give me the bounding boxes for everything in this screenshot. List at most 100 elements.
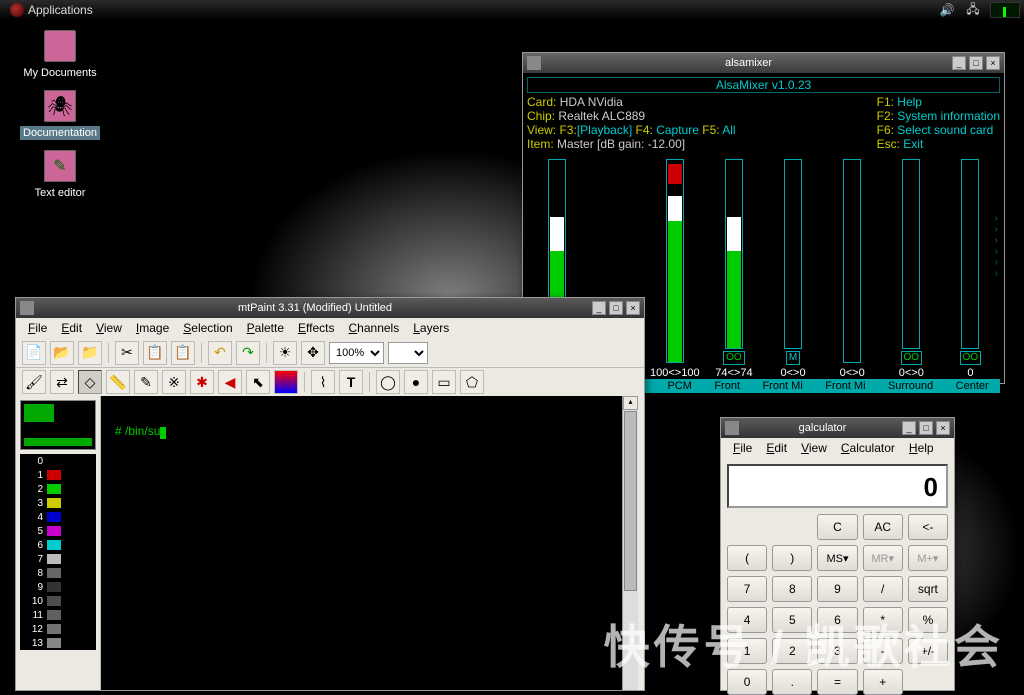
key-MR[interactable]: MR▾ [863,545,903,571]
menu-palette[interactable]: Palette [241,319,290,337]
vertical-scrollbar[interactable]: ▴ [622,396,638,690]
key-[interactable]: . [772,669,812,695]
palette-row-3[interactable]: 3 [20,496,96,510]
palette-row-1[interactable]: 1 [20,468,96,482]
menu-file[interactable]: File [22,319,53,337]
filled-ellipse-tool[interactable]: ● [404,370,428,394]
palette-row-8[interactable]: 8 [20,566,96,580]
canvas-area[interactable]: # /bin/su [101,396,622,690]
palette-row-12[interactable]: 12 [20,622,96,636]
minimize-button[interactable]: _ [592,301,606,315]
key-2[interactable]: 2 [772,638,812,664]
pointer-tool[interactable]: ◀ [218,370,242,394]
palette-row-5[interactable]: 5 [20,524,96,538]
palette-row-9[interactable]: 9 [20,580,96,594]
menu-layers[interactable]: Layers [407,319,455,337]
key-[interactable]: * [863,607,903,633]
new-file-button[interactable]: 📄 [22,341,46,365]
zoom-select[interactable]: 100% [329,342,384,364]
palette-row-10[interactable]: 10 [20,594,96,608]
close-button[interactable]: × [936,421,950,435]
key-[interactable]: +/- [908,638,948,664]
paste-button[interactable]: 📋 [171,341,195,365]
key-C[interactable]: C [817,514,857,540]
polygon-tool[interactable]: ⬠ [460,370,484,394]
key-sqrt[interactable]: sqrt [908,576,948,602]
key-[interactable]: <- [908,514,948,540]
menu-view[interactable]: View [90,319,128,337]
key-0[interactable]: 0 [727,669,767,695]
rect-tool[interactable]: ▭ [432,370,456,394]
open-file-button[interactable]: 📂 [50,341,74,365]
menu-calculator[interactable]: Calculator [835,439,901,457]
palette-row-11[interactable]: 11 [20,608,96,622]
menu-file[interactable]: File [727,439,758,457]
menu-view[interactable]: View [795,439,833,457]
close-button[interactable]: × [626,301,640,315]
key-AC[interactable]: AC [863,514,903,540]
menu-edit[interactable]: Edit [760,439,793,457]
brightness-button[interactable]: ☀ [273,341,297,365]
menu-channels[interactable]: Channels [343,319,406,337]
save-file-button[interactable]: 📁 [78,341,102,365]
palette-row-13[interactable]: 13 [20,636,96,650]
key-[interactable]: = [817,669,857,695]
palette-row-7[interactable]: 7 [20,552,96,566]
menu-edit[interactable]: Edit [55,319,88,337]
key-MS[interactable]: MS▾ [817,545,857,571]
maximize-button[interactable]: □ [969,56,983,70]
mtpaint-titlebar[interactable]: mtPaint 3.31 (Modified) Untitled _ □ × [16,298,644,318]
text-tool[interactable]: T [339,370,363,394]
key-4[interactable]: 4 [727,607,767,633]
desktop-icon-text-editor[interactable]: Text editor [10,150,110,200]
key-9[interactable]: 9 [817,576,857,602]
channel-front mi[interactable]: 0<>0 [827,159,877,379]
palette-row-4[interactable]: 4 [20,510,96,524]
scroll-up-button[interactable]: ▴ [623,396,638,410]
palette-row-2[interactable]: 2 [20,482,96,496]
channel-pcm[interactable]: 100<>100 [650,159,700,379]
key-M[interactable]: M+▾ [908,545,948,571]
key-1[interactable]: 1 [727,638,767,664]
channel-front mi[interactable]: M0<>0 [768,159,818,379]
copy-button[interactable]: 📋 [143,341,167,365]
gradient-tool[interactable] [274,370,298,394]
cut-button[interactable]: ✂ [115,341,139,365]
splat-tool[interactable]: ✱ [190,370,214,394]
channel-center[interactable]: OO0 [945,159,995,379]
color-swatch[interactable] [20,400,96,450]
brush-tool[interactable]: 🖌 [22,370,46,394]
key-[interactable]: ) [772,545,812,571]
line-tool[interactable]: 📏 [106,370,130,394]
undo-button[interactable]: ↶ [208,341,232,365]
maximize-button[interactable]: □ [919,421,933,435]
redo-button[interactable]: ↷ [236,341,260,365]
zoom-select-2[interactable] [388,342,428,364]
channel-surround[interactable]: OO0<>0 [886,159,936,379]
menu-help[interactable]: Help [903,439,940,457]
maximize-button[interactable]: □ [609,301,623,315]
bucket-tool[interactable]: ◇ [78,370,102,394]
key-[interactable]: ( [727,545,767,571]
key-[interactable]: % [908,607,948,633]
galculator-titlebar[interactable]: galculator _ □ × [721,418,954,438]
key-3[interactable]: 3 [817,638,857,664]
network-tray-icon[interactable]: 🖧 [964,2,982,18]
channel-front[interactable]: OO74<>74 [709,159,759,379]
smudge-tool[interactable]: ※ [162,370,186,394]
key-7[interactable]: 7 [727,576,767,602]
desktop-icon-documentation[interactable]: 🕷Documentation [10,90,110,140]
minimize-button[interactable]: _ [902,421,916,435]
palette-row-0[interactable]: 0 [20,454,96,468]
menu-effects[interactable]: Effects [292,319,340,337]
pan-button[interactable]: ✥ [301,341,325,365]
menu-selection[interactable]: Selection [177,319,238,337]
volume-tray-icon[interactable]: 🔊 [938,2,956,18]
desktop-icon-my-documents[interactable]: My Documents [10,30,110,80]
picker-tool[interactable]: ⬉ [246,370,270,394]
key-[interactable]: + [863,669,903,695]
applications-menu-button[interactable]: Applications [4,3,99,17]
ellipse-tool[interactable]: ◯ [376,370,400,394]
key-[interactable]: / [863,576,903,602]
key-[interactable]: - [863,638,903,664]
